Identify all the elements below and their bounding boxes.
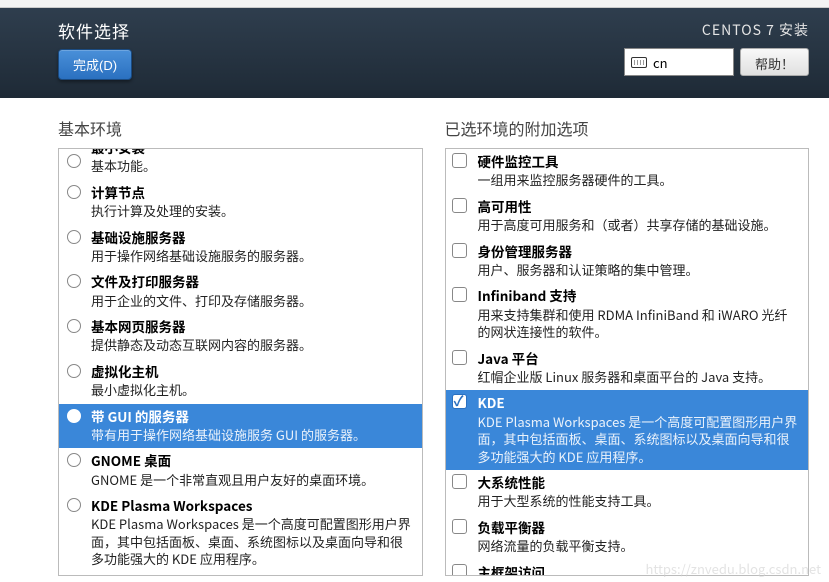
header-bar: 软件选择 完成(D) CENTOS 7 安装 cn 帮助！	[0, 8, 829, 98]
option-description: 带有用于操作网络基础设施服务 GUI 的服务器。	[91, 426, 412, 444]
addon-option[interactable]: 高可用性用于高度可用服务和（或者）共享存储的基础设施。	[446, 194, 809, 239]
addon-option[interactable]: 主框架访问访问主框架计算源的工具。	[446, 560, 809, 576]
option-title: 基本网页服务器	[91, 317, 412, 335]
option-title: 计算节点	[91, 183, 412, 201]
option-title: Java 平台	[478, 349, 799, 367]
option-description: GNOME 是一个非常直观且用户友好的桌面环境。	[91, 471, 412, 489]
option-description: 一组用来监控服务器硬件的工具。	[478, 171, 799, 189]
option-title: KDE Plasma Workspaces	[91, 496, 412, 514]
env-option[interactable]: 虚拟化主机最小虚拟化主机。	[59, 359, 422, 404]
radio-icon	[67, 453, 81, 467]
option-title: 文件及打印服务器	[91, 272, 412, 290]
env-option[interactable]: 基础设施服务器用于操作网络基础设施服务的服务器。	[59, 225, 422, 270]
content-area: 基本环境 最小安装基本功能。计算节点执行计算及处理的安装。基础设施服务器用于操作…	[0, 98, 829, 576]
option-title: 身份管理服务器	[478, 242, 799, 260]
option-description: 执行计算及处理的安装。	[91, 202, 412, 220]
option-title: 负载平衡器	[478, 518, 799, 536]
env-option[interactable]: GNOME 桌面 GNOME 是一个非常直观且用户友好的桌面环境。	[59, 448, 422, 493]
checkbox-icon	[452, 519, 467, 534]
addon-option[interactable]: KDE KDE Plasma Workspaces 是一个高度可配置图形用户界面，…	[446, 390, 809, 470]
env-option[interactable]: 最小安装基本功能。	[59, 149, 422, 180]
install-label: CENTOS 7 安装	[702, 20, 809, 40]
radio-icon	[67, 319, 81, 333]
addon-option[interactable]: Infiniband 支持用来支持集群和使用 RDMA InfiniBand 和…	[446, 283, 809, 345]
option-title: Infiniband 支持	[478, 286, 799, 304]
radio-icon	[67, 230, 81, 244]
option-description: KDE Plasma Workspaces 是一个高度可配置图形用户界面，其中包…	[478, 413, 799, 466]
option-title: GNOME 桌面	[91, 451, 412, 469]
option-description: 用来支持集群和使用 RDMA InfiniBand 和 iWARO 光纤的网状连…	[478, 306, 799, 341]
env-option[interactable]: 文件及打印服务器用于企业的文件、打印及存储服务器。	[59, 269, 422, 314]
option-title: 基础设施服务器	[91, 228, 412, 246]
option-title: 高可用性	[478, 197, 799, 215]
option-description: 用于操作网络基础设施服务的服务器。	[91, 247, 412, 265]
option-description: 红帽企业版 Linux 服务器和桌面平台的 Java 支持。	[478, 368, 799, 386]
radio-icon	[67, 154, 81, 168]
option-title: 最小安装	[91, 148, 412, 156]
checkbox-icon	[452, 564, 467, 576]
env-option[interactable]: 计算节点执行计算及处理的安装。	[59, 180, 422, 225]
checkbox-icon	[452, 243, 467, 258]
addon-option[interactable]: 负载平衡器网络流量的负载平衡支持。	[446, 515, 809, 560]
option-title: 带 GUI 的服务器	[91, 407, 412, 425]
option-description: 用于高度可用服务和（或者）共享存储的基础设施。	[478, 216, 799, 234]
option-title: 大系统性能	[478, 473, 799, 491]
option-description: 网络流量的负载平衡支持。	[478, 537, 799, 555]
env-option[interactable]: 基本网页服务器提供静态及动态互联网内容的服务器。	[59, 314, 422, 359]
checkbox-icon	[452, 474, 467, 489]
checkbox-icon	[452, 350, 467, 365]
addon-option[interactable]: Java 平台红帽企业版 Linux 服务器和桌面平台的 Java 支持。	[446, 346, 809, 391]
addons-list[interactable]: 硬件监控工具一组用来监控服务器硬件的工具。高可用性用于高度可用服务和（或者）共享…	[445, 148, 810, 576]
checkbox-icon	[452, 394, 467, 409]
addons-heading: 已选环境的附加选项	[445, 116, 810, 140]
option-description: 基本功能。	[91, 157, 412, 175]
keyboard-layout-field[interactable]: cn	[624, 48, 734, 76]
keyboard-icon	[631, 57, 647, 68]
checkbox-icon	[452, 287, 467, 302]
base-environment-list[interactable]: 最小安装基本功能。计算节点执行计算及处理的安装。基础设施服务器用于操作网络基础设…	[58, 148, 423, 576]
radio-icon	[67, 274, 81, 288]
env-option[interactable]: KDE Plasma WorkspacesKDE Plasma Workspac…	[59, 493, 422, 573]
keyboard-layout-value: cn	[653, 53, 668, 72]
option-title: 硬件监控工具	[478, 152, 799, 170]
radio-icon	[67, 409, 81, 423]
help-button[interactable]: 帮助！	[740, 48, 809, 76]
addon-option[interactable]: 硬件监控工具一组用来监控服务器硬件的工具。	[446, 149, 809, 194]
option-description: 最小虚拟化主机。	[91, 381, 412, 399]
option-description: 用于企业的文件、打印及存储服务器。	[91, 292, 412, 310]
option-title: 主框架访问	[478, 563, 799, 576]
addon-option[interactable]: 身份管理服务器用户、服务器和认证策略的集中管理。	[446, 239, 809, 284]
option-title: KDE	[478, 393, 799, 411]
addons-column: 已选环境的附加选项 硬件监控工具一组用来监控服务器硬件的工具。高可用性用于高度可…	[445, 116, 810, 576]
addon-option[interactable]: 大系统性能用于大型系统的性能支持工具。	[446, 470, 809, 515]
radio-icon	[67, 498, 81, 512]
option-description: KDE Plasma Workspaces 是一个高度可配置图形用户界面，其中包…	[91, 515, 412, 568]
option-description: 用户、服务器和认证策略的集中管理。	[478, 261, 799, 279]
option-description: 用于大型系统的性能支持工具。	[478, 492, 799, 510]
done-button[interactable]: 完成(D)	[58, 49, 132, 80]
radio-icon	[67, 185, 81, 199]
env-option[interactable]: 带 GUI 的服务器带有用于操作网络基础设施服务 GUI 的服务器。	[59, 404, 422, 449]
option-description: 提供静态及动态互联网内容的服务器。	[91, 336, 412, 354]
radio-icon	[67, 364, 81, 378]
base-environment-column: 基本环境 最小安装基本功能。计算节点执行计算及处理的安装。基础设施服务器用于操作…	[58, 116, 423, 576]
page-title: 软件选择	[58, 18, 132, 43]
base-env-heading: 基本环境	[58, 116, 423, 140]
checkbox-icon	[452, 153, 467, 168]
option-title: 虚拟化主机	[91, 362, 412, 380]
env-option[interactable]: 开发及生成工作站用于软件、硬件、图形或者内容开发的工作站。	[59, 573, 422, 576]
checkbox-icon	[452, 198, 467, 213]
